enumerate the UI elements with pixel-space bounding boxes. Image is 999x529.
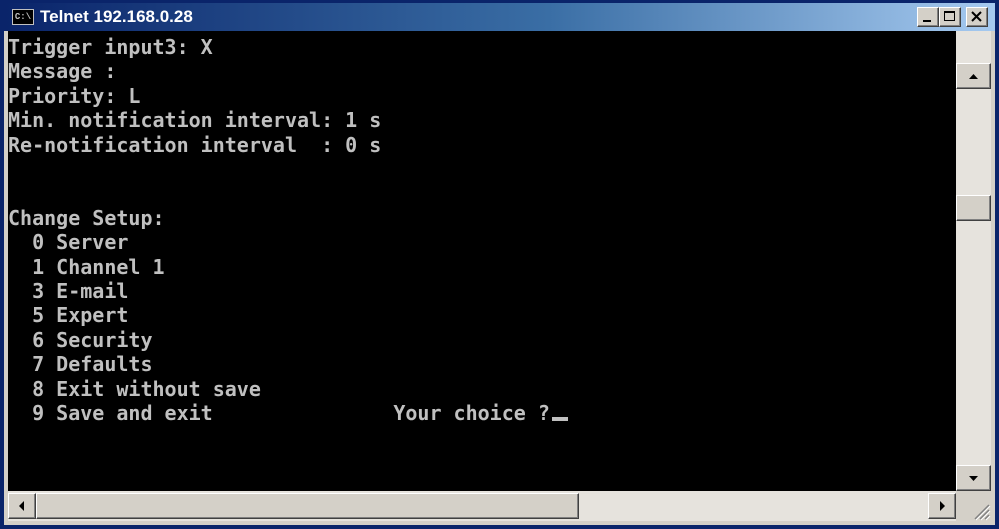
up-arrow-icon [969, 74, 978, 79]
down-arrow-icon [969, 476, 978, 481]
maximize-icon [944, 11, 955, 21]
console-line: Priority: L [8, 83, 141, 108]
console-line: 3 E-mail [8, 279, 129, 304]
scroll-down-button[interactable] [956, 465, 991, 491]
console-line: 7 Defaults [8, 352, 153, 377]
console-line: 5 Expert [8, 303, 129, 328]
console-icon[interactable]: C:\ [12, 9, 34, 25]
console-line: 6 Security [8, 327, 153, 352]
resize-grip-icon [974, 504, 991, 521]
console-line: Change Setup: [8, 205, 165, 230]
vertical-scroll-thumb[interactable] [956, 195, 991, 221]
console-line: Message : [8, 59, 117, 84]
console-line: Re-notification interval : 0 s [8, 132, 382, 157]
resize-grip[interactable] [956, 491, 991, 521]
horizontal-scrollbar[interactable] [8, 491, 956, 521]
minimize-icon [923, 20, 931, 22]
left-arrow-icon [19, 501, 24, 511]
console-line: Min. notification interval: 1 s [8, 108, 382, 133]
close-icon [971, 11, 982, 22]
console-line: 1 Channel 1 [8, 254, 165, 279]
console-prompt: Your choice ? [393, 401, 550, 426]
console-line: 8 Exit without save [8, 376, 261, 401]
maximize-button[interactable] [939, 7, 961, 27]
vertical-scrollbar[interactable] [956, 31, 991, 493]
console-area[interactable]: Trigger input3: X Message : Priority: L … [8, 31, 956, 491]
console-line: 9 Save and exit [8, 401, 213, 426]
scroll-up-button[interactable] [956, 63, 991, 89]
close-button[interactable] [966, 7, 988, 27]
scroll-right-button[interactable] [928, 493, 956, 519]
telnet-window: C:\ Telnet 192.168.0.28 Trigger input3: … [0, 0, 999, 529]
scroll-left-button[interactable] [8, 493, 36, 519]
minimize-button[interactable] [917, 7, 939, 27]
title-bar[interactable]: C:\ Telnet 192.168.0.28 [4, 3, 995, 31]
text-cursor [551, 417, 568, 422]
horizontal-scroll-thumb[interactable] [36, 493, 579, 519]
console-text: Trigger input3: X Message : Priority: L … [8, 31, 956, 426]
window-title: Telnet 192.168.0.28 [40, 7, 193, 26]
prompt-gap [213, 401, 394, 425]
console-line: 0 Server [8, 230, 129, 255]
console-line: Trigger input3: X [8, 35, 213, 59]
right-arrow-icon [940, 501, 945, 511]
